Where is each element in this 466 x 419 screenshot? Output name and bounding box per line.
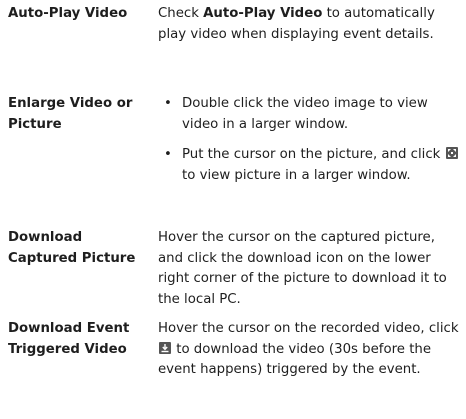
bullet-dot: • — [164, 147, 172, 162]
term-download-captured-picture: Download Captured Picture — [8, 230, 136, 266]
bullet-text-before: Put the cursor on the picture, and click — [182, 147, 445, 162]
term-download-event-triggered-video: Download Event Triggered Video — [8, 321, 130, 357]
desc-text: Hover the cursor on the captured picture… — [158, 230, 447, 307]
bullet-list: • Double click the video image to view v… — [158, 94, 460, 186]
bullet-dot: • — [164, 96, 172, 111]
desc-auto-play-video: Check Auto-Play Video to automatically p… — [158, 4, 460, 45]
desc-text-prefix: Check — [158, 6, 204, 21]
desc-enlarge-video-or-picture: • Double click the video image to view v… — [158, 94, 460, 196]
desc-text-before: Hover the cursor on the recorded video, … — [158, 321, 459, 336]
desc-text-bold: Auto-Play Video — [203, 6, 323, 21]
desc-download-event-triggered-video: Hover the cursor on the recorded video, … — [158, 319, 460, 381]
list-item: • Put the cursor on the picture, and cli… — [158, 145, 460, 186]
desc-text-after: to download the video (30s before the ev… — [158, 341, 432, 378]
bullet-text: Double click the video image to view vid… — [182, 96, 428, 132]
list-item: • Double click the video image to view v… — [158, 94, 460, 135]
term-auto-play-video: Auto-Play Video — [8, 6, 128, 21]
term-enlarge-video-or-picture: Enlarge Video or Picture — [8, 96, 133, 132]
bullet-text-after: to view picture in a larger window. — [182, 167, 411, 183]
download-icon — [159, 341, 171, 354]
enlarge-icon — [445, 147, 458, 159]
desc-download-captured-picture: Hover the cursor on the captured picture… — [158, 228, 460, 310]
